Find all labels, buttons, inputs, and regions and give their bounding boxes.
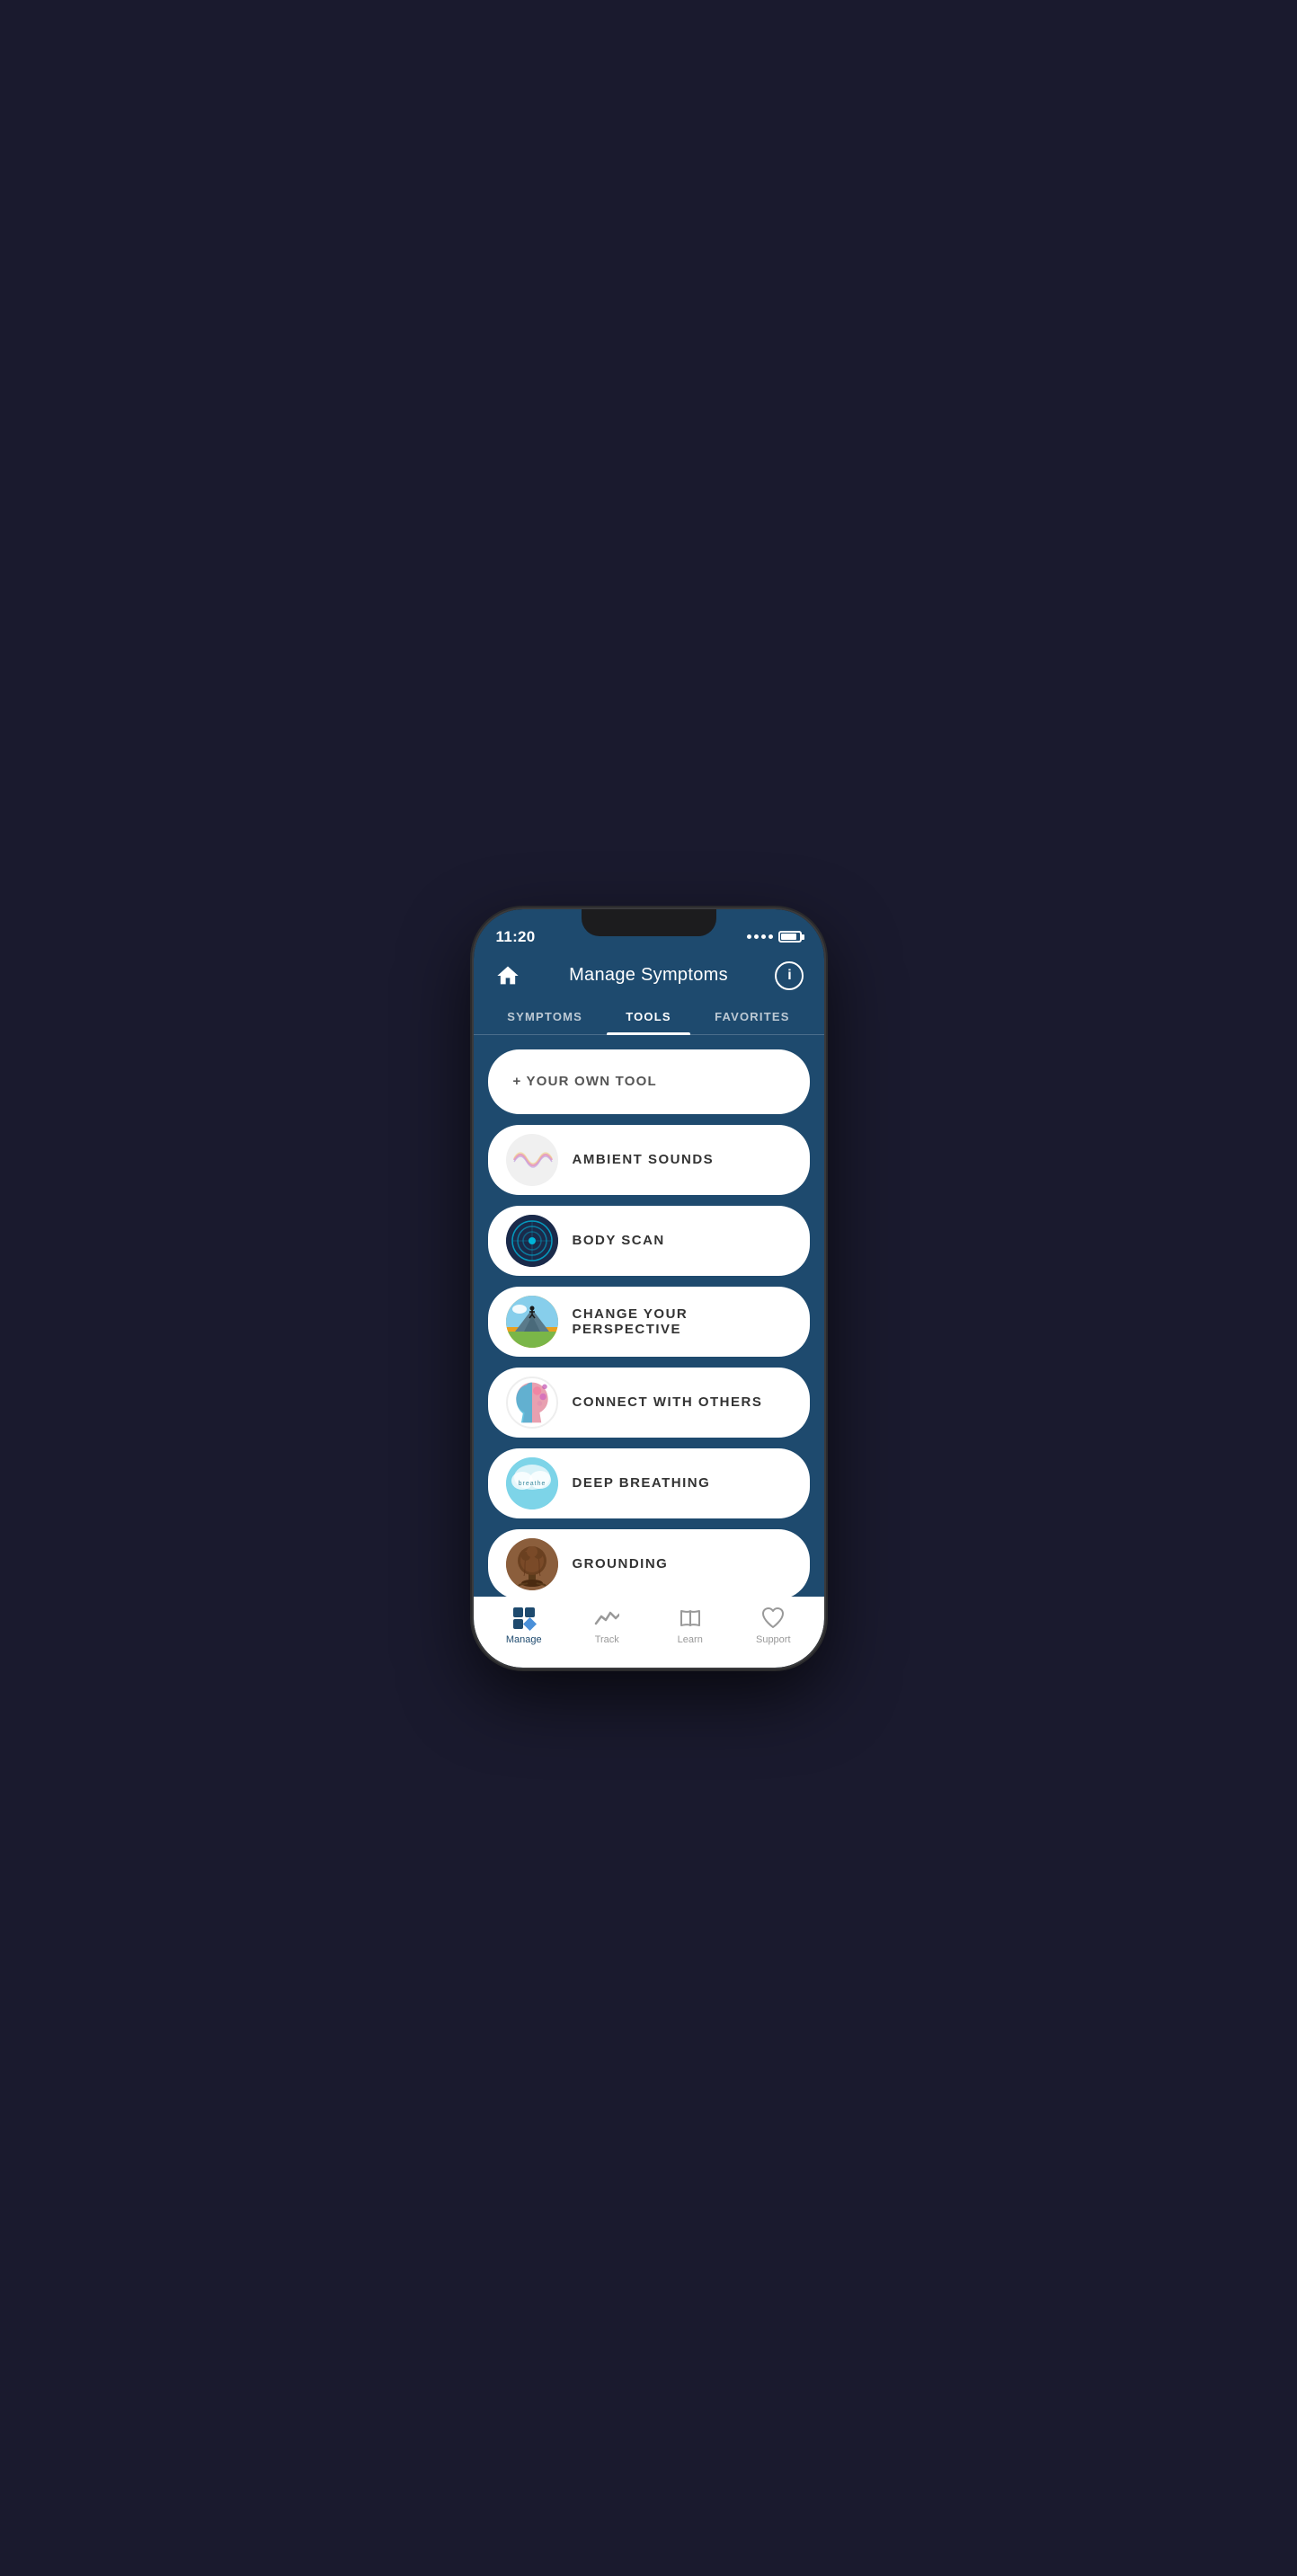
- signal-dot-2: [754, 934, 759, 939]
- perspective-label: CHANGE YOUR PERSPECTIVE: [573, 1306, 792, 1337]
- tab-symptoms[interactable]: SYMPTOMS: [493, 1001, 597, 1034]
- tool-item-body-scan[interactable]: BODY SCAN: [488, 1206, 810, 1276]
- tool-item-change-perspective[interactable]: CHANGE YOUR PERSPECTIVE: [488, 1287, 810, 1357]
- body-scan-svg: [506, 1215, 558, 1267]
- grounding-icon: [506, 1538, 558, 1590]
- perspective-svg: [506, 1296, 558, 1348]
- track-nav-label: Track: [595, 1634, 619, 1645]
- tool-item-grounding[interactable]: GROUNDING: [488, 1529, 810, 1597]
- perspective-icon: [506, 1296, 558, 1348]
- manage-nav-icon: [511, 1606, 537, 1631]
- track-icon-svg: [594, 1606, 619, 1631]
- nav-item-track[interactable]: Track: [565, 1606, 649, 1645]
- tool-item-add[interactable]: + YOUR OWN TOOL: [488, 1049, 810, 1114]
- support-icon-svg: [760, 1606, 786, 1631]
- signal-dot-1: [747, 934, 751, 939]
- grounding-svg: [506, 1538, 558, 1590]
- battery-fill: [781, 934, 796, 940]
- grounding-label: GROUNDING: [573, 1556, 669, 1571]
- manage-nav-label: Manage: [506, 1634, 542, 1645]
- phone-frame: 11:20 Manage Symptoms: [474, 909, 824, 1668]
- signal-dot-4: [768, 934, 773, 939]
- nav-item-support[interactable]: Support: [732, 1606, 815, 1645]
- connect-others-label: CONNECT WITH OTHERS: [573, 1394, 763, 1410]
- tab-tools[interactable]: TOOLS: [597, 1001, 700, 1034]
- status-icons: [747, 931, 802, 943]
- screen: 11:20 Manage Symptoms: [474, 909, 824, 1668]
- support-nav-label: Support: [756, 1634, 791, 1645]
- home-button[interactable]: [493, 961, 522, 990]
- learn-nav-label: Learn: [678, 1634, 703, 1645]
- page-title: Manage Symptoms: [569, 965, 728, 986]
- signal-dot-3: [761, 934, 766, 939]
- nav-item-manage[interactable]: Manage: [483, 1606, 566, 1645]
- signal-dots: [747, 934, 773, 939]
- learn-icon-svg: [678, 1606, 703, 1631]
- deep-breathing-icon: breathe: [506, 1457, 558, 1509]
- body-scan-label: BODY SCAN: [573, 1233, 665, 1248]
- nav-item-learn[interactable]: Learn: [649, 1606, 733, 1645]
- home-icon: [495, 963, 520, 988]
- bottom-nav: Manage Track: [474, 1597, 824, 1668]
- support-nav-icon: [760, 1606, 786, 1631]
- info-icon-label: i: [787, 968, 791, 984]
- breathing-svg: breathe: [506, 1457, 558, 1509]
- tool-item-deep-breathing[interactable]: breathe DEEP BREATHING: [488, 1448, 810, 1518]
- tool-item-connect-others[interactable]: CONNECT WITH OTHERS: [488, 1368, 810, 1438]
- learn-nav-icon: [678, 1606, 703, 1631]
- tab-favorites[interactable]: FAVORITES: [700, 1001, 804, 1034]
- add-tool-label: + YOUR OWN TOOL: [513, 1074, 657, 1089]
- info-button[interactable]: i: [775, 961, 804, 990]
- deep-breathing-label: DEEP BREATHING: [573, 1475, 711, 1491]
- connect-others-icon: [506, 1377, 558, 1429]
- tool-item-ambient-sounds[interactable]: AMBIENT SOUNDS: [488, 1125, 810, 1195]
- battery-icon: [778, 931, 802, 943]
- connect-svg: [508, 1377, 556, 1429]
- notch: [582, 909, 716, 936]
- status-time: 11:20: [496, 928, 536, 946]
- tools-list[interactable]: + YOUR OWN TOOL AMBIENT SOUNDS: [474, 1035, 824, 1597]
- manage-icon-svg: [511, 1606, 537, 1631]
- header: Manage Symptoms i: [474, 954, 824, 1001]
- ambient-wave-svg: [510, 1142, 555, 1178]
- ambient-sounds-label: AMBIENT SOUNDS: [573, 1152, 715, 1167]
- tab-bar: SYMPTOMS TOOLS FAVORITES: [474, 1001, 824, 1035]
- track-nav-icon: [594, 1606, 619, 1631]
- ambient-sounds-icon: [506, 1134, 558, 1186]
- body-scan-icon: [506, 1215, 558, 1267]
- svg-text:breathe: breathe: [518, 1481, 546, 1487]
